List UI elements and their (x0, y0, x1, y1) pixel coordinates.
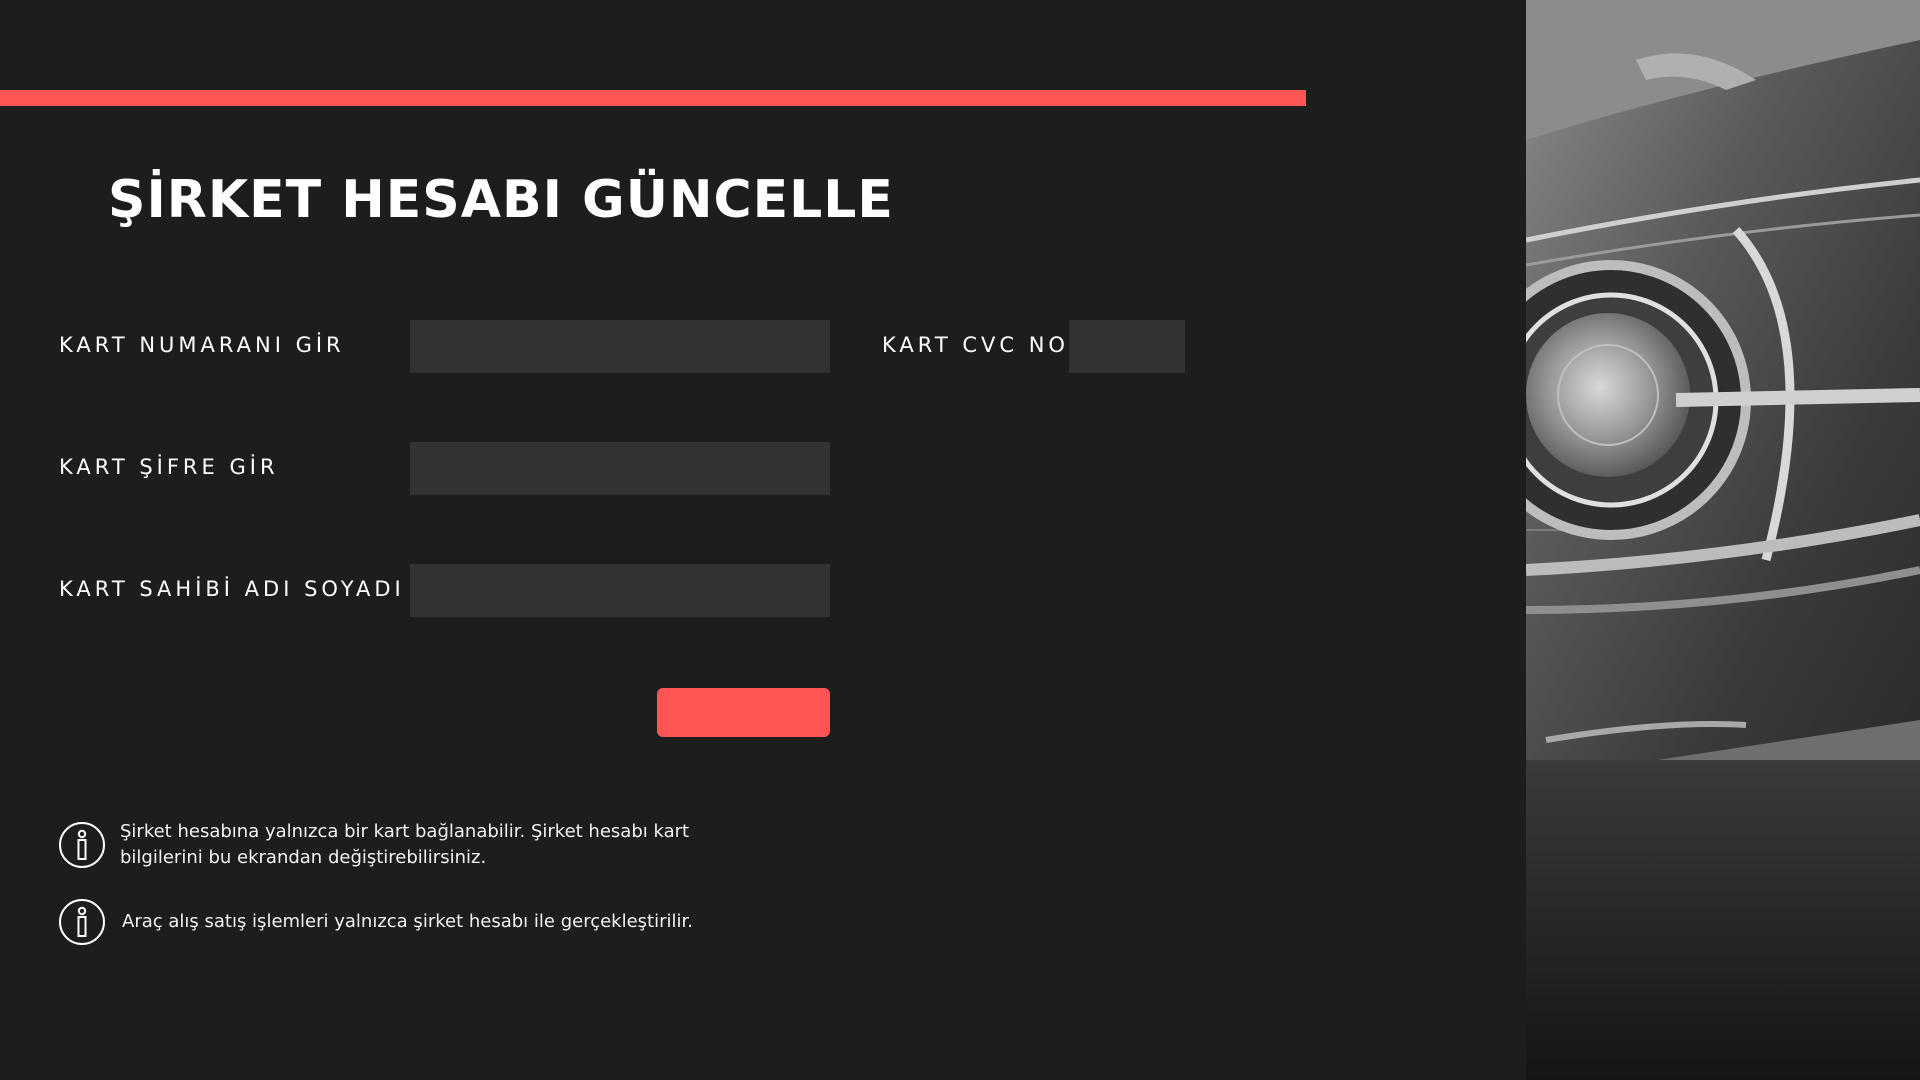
info-text-1: Şirket hesabına yalnızca bir kart bağlan… (120, 821, 690, 868)
page-title: ŞİRKET HESABI GÜNCELLE (108, 170, 894, 230)
cvc-label: KART CVC NO (882, 333, 1069, 357)
card-holder-input[interactable] (410, 564, 830, 617)
classic-car-photo (1526, 0, 1920, 1080)
card-holder-label: KART SAHİBİ ADI SOYADI (59, 577, 405, 601)
submit-button[interactable] (657, 688, 830, 737)
card-password-input[interactable] (410, 442, 830, 495)
accent-bar (0, 90, 1306, 106)
card-number-input[interactable] (410, 320, 830, 373)
info-message-1: Şirket hesabına yalnızca bir kart bağlan… (58, 819, 720, 871)
cvc-input[interactable] (1069, 320, 1185, 373)
info-text-2: Araç alış satış işlemleri yalnızca şirke… (122, 911, 693, 932)
info-icon (59, 899, 105, 945)
update-company-account-screen: ŞİRKET HESABI GÜNCELLE KART NUMARANI GİR… (0, 0, 1920, 1080)
info-icon (59, 822, 105, 868)
card-number-label: KART NUMARANI GİR (59, 333, 345, 357)
info-message-2: Araç alış satış işlemleri yalnızca şirke… (58, 898, 742, 946)
card-password-label: KART ŞİFRE GİR (59, 455, 279, 479)
